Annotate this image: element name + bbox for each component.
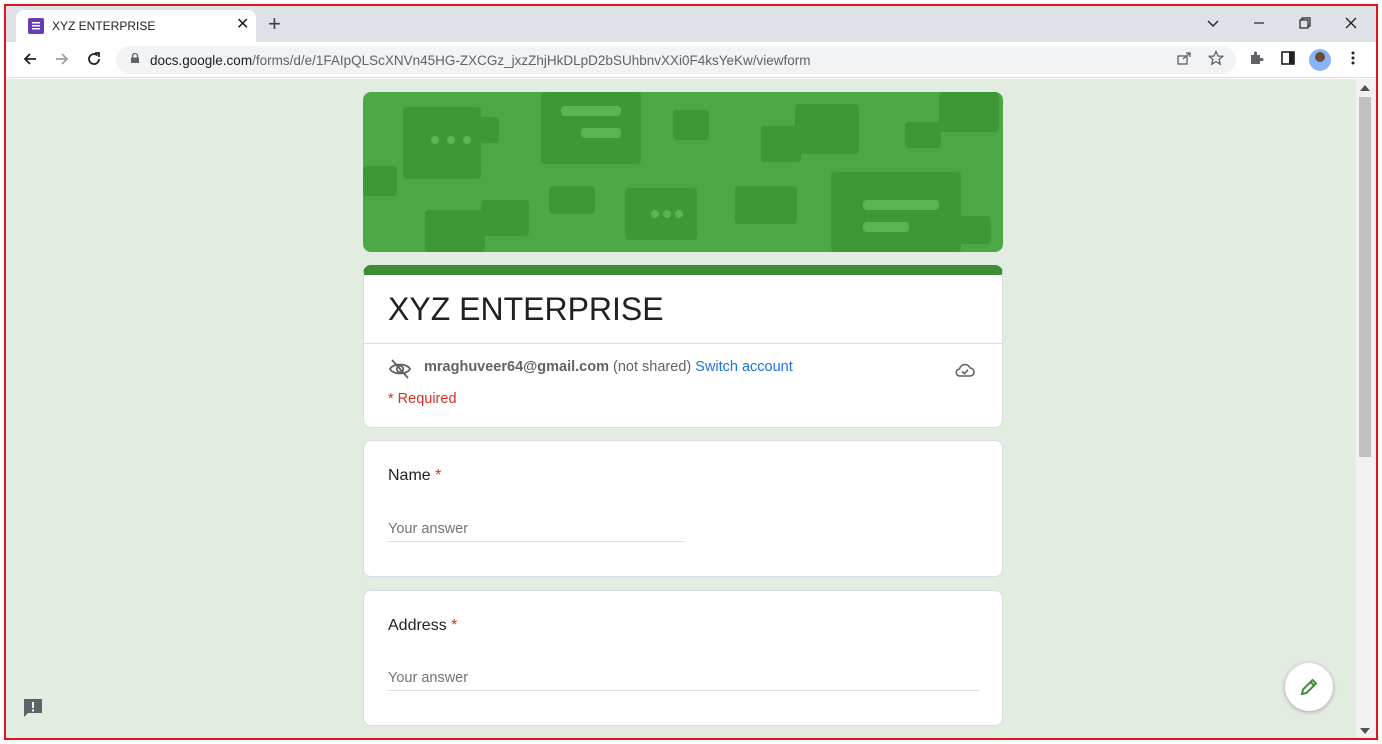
back-icon[interactable]	[20, 50, 40, 70]
extensions-icon[interactable]	[1246, 50, 1266, 70]
profile-avatar[interactable]	[1309, 49, 1331, 71]
scroll-down-arrow-icon[interactable]	[1360, 728, 1370, 734]
lock-icon	[131, 53, 139, 63]
page-scrollbar[interactable]	[1356, 79, 1376, 740]
question-label: Name *	[388, 467, 441, 485]
google-forms-icon	[28, 18, 44, 34]
question-card-name: Name *	[363, 440, 1003, 577]
address-bar[interactable]: docs.google.com/forms/d/e/1FAIpQLScXNVn4…	[116, 46, 1236, 74]
menu-kebab-icon[interactable]	[1343, 50, 1363, 70]
bookmark-star-icon[interactable]	[1206, 49, 1226, 70]
account-info: mraghuveer64@gmail.com (not shared) Swit…	[424, 359, 793, 375]
not-shared-label: (not shared)	[613, 359, 692, 375]
new-tab-icon[interactable]: +	[268, 12, 281, 36]
question-label: Address *	[388, 617, 457, 635]
browser-toolbar: docs.google.com/forms/d/e/1FAIpQLScXNVn4…	[6, 42, 1376, 78]
eye-off-icon	[388, 359, 412, 379]
reload-icon[interactable]	[84, 50, 104, 70]
pencil-icon	[1300, 678, 1318, 696]
forward-icon[interactable]	[52, 50, 72, 70]
restore-icon[interactable]	[1298, 16, 1312, 33]
form-header-banner	[363, 92, 1003, 252]
address-input[interactable]	[388, 666, 979, 691]
cloud-save-icon	[955, 363, 975, 377]
form-page: XYZ ENTERPRISE mraghuveer64@gmail.com (n…	[6, 79, 1356, 740]
side-panel-icon[interactable]	[1278, 50, 1298, 70]
account-email: mraghuveer64@gmail.com	[424, 359, 609, 375]
report-feedback-icon[interactable]	[22, 697, 44, 719]
browser-tab[interactable]: XYZ ENTERPRISE ✕	[16, 10, 256, 42]
tab-title: XYZ ENTERPRISE	[52, 19, 156, 33]
switch-account-link[interactable]: Switch account	[695, 359, 793, 375]
scroll-up-arrow-icon[interactable]	[1360, 85, 1370, 91]
required-note: * Required	[388, 391, 457, 407]
url-text: docs.google.com/forms/d/e/1FAIpQLScXNVn4…	[150, 53, 811, 68]
close-window-icon[interactable]	[1344, 16, 1358, 33]
form-title: XYZ ENTERPRISE	[388, 291, 664, 327]
tab-strip: XYZ ENTERPRISE ✕ +	[6, 6, 1376, 42]
question-title: Address	[388, 617, 447, 634]
form-title-card: XYZ ENTERPRISE mraghuveer64@gmail.com (n…	[363, 265, 1003, 428]
title-divider	[364, 343, 1002, 344]
required-asterisk: *	[435, 467, 442, 484]
question-card-address: Address *	[363, 590, 1003, 726]
edit-button[interactable]	[1285, 663, 1333, 711]
minimize-icon[interactable]	[1252, 16, 1266, 33]
url-host: docs.google.com	[150, 53, 253, 68]
url-path: /forms/d/e/1FAIpQLScXNVn45HG-ZXCGz_jxzZh…	[252, 53, 811, 68]
close-tab-icon[interactable]: ✕	[236, 16, 249, 34]
tab-search-icon[interactable]	[1206, 16, 1220, 33]
name-input[interactable]	[388, 517, 684, 542]
question-title: Name	[388, 467, 431, 484]
share-icon[interactable]	[1174, 50, 1194, 70]
required-asterisk: *	[451, 617, 458, 634]
scrollbar-thumb[interactable]	[1359, 97, 1371, 457]
